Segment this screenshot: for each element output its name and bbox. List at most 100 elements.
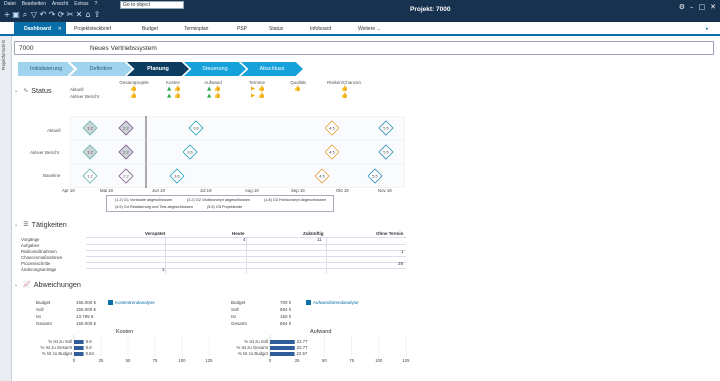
value-ohne-risiko[interactable]: 1: [401, 249, 404, 254]
aufwand-label: Soll: [231, 307, 239, 312]
trend-up-icon: ▲: [167, 86, 172, 92]
phase-planung[interactable]: Planung: [127, 62, 189, 76]
search-icon[interactable]: ⌕: [21, 10, 29, 19]
value-ohne-prozess[interactable]: 29: [398, 261, 403, 266]
project-title: Projekt: 7000: [410, 6, 451, 13]
status-header-qualitaet: Qualität: [290, 80, 306, 85]
side-panel[interactable]: Projektfortschritt: [0, 36, 12, 381]
row-aenderungsantraege[interactable]: Änderungsanträge: [21, 267, 56, 272]
tab-budget[interactable]: Budget: [142, 24, 158, 35]
save-icon[interactable]: ▣: [12, 10, 20, 19]
thumbs-side-icon: 👍: [258, 93, 265, 99]
export-icon[interactable]: ⇪: [93, 10, 101, 19]
window-close-icon[interactable]: ✕: [710, 3, 716, 11]
row-risikomassnahmen[interactable]: Risikomaßnahmen: [21, 249, 57, 254]
settings-icon[interactable]: ⚙: [679, 3, 685, 11]
menu-extras[interactable]: Extras: [74, 1, 88, 8]
row-aufgaben[interactable]: Aufgaben: [21, 243, 39, 248]
list-icon: ☰: [23, 221, 29, 228]
aufwandstrendanalyse-link[interactable]: Aufwandstrendanalyse: [306, 300, 359, 305]
chart-bar-value: 8.84: [86, 351, 95, 356]
tab-weitere[interactable]: Weitere ...: [358, 24, 381, 35]
status-header-kosten: Kosten: [165, 80, 180, 85]
side-panel-label: Projektfortschritt: [1, 40, 6, 71]
aufwandstrendanalyse-label: Aufwandstrendanalyse: [313, 300, 359, 305]
menu-bearbeiten[interactable]: Bearbeiten: [22, 1, 46, 8]
col-zukuenftig: Zukünftig: [303, 231, 324, 236]
chart-bar[interactable]: [270, 340, 295, 344]
tab-projektsteckbrief[interactable]: Projektsteckbrief: [74, 24, 111, 35]
phase-steuerung[interactable]: Steuerung: [184, 62, 246, 76]
tab-terminplan[interactable]: Terminplan: [184, 24, 208, 35]
value-verspaetet-aenderung[interactable]: 1: [162, 267, 165, 272]
status-row-aktuell: Aktuell: [70, 87, 84, 92]
chart-tick-label: 100: [178, 358, 186, 363]
value-heute-vorgaenge[interactable]: 4: [243, 237, 246, 242]
chart-bar[interactable]: [74, 340, 84, 344]
legend-item: (1.8) G3 Feinkonzept abgeschlossen: [264, 198, 327, 202]
chart-bar-label: % Ist zu Gesamt: [40, 345, 72, 350]
collapse-chevron-icon[interactable]: ⌄: [14, 88, 18, 94]
close-icon[interactable]: ✕: [75, 10, 83, 19]
goto-object-input[interactable]: Go to object: [120, 1, 184, 9]
filter-icon[interactable]: ▽: [30, 10, 38, 19]
tools-icon[interactable]: ✂: [66, 10, 74, 19]
tab-close-icon[interactable]: ✕: [58, 22, 62, 36]
tab-psp[interactable]: PSP: [237, 24, 247, 35]
project-number: 7000: [19, 45, 34, 52]
tab-scroll-right-icon[interactable]: ▸: [706, 24, 709, 35]
aufwand-label: Budget: [231, 300, 246, 305]
chart-bar[interactable]: [270, 346, 295, 350]
menu-help[interactable]: ?: [94, 1, 97, 8]
kostentrendanalyse-link[interactable]: Kostentrendanalyse: [108, 300, 155, 305]
phase-definition[interactable]: Definition: [70, 62, 132, 76]
row-chancenmassnahmen[interactable]: Chancenmaßnahmen: [21, 255, 62, 260]
status-section-header[interactable]: ⌄ ∿ Status: [14, 86, 52, 95]
add-icon[interactable]: +: [3, 10, 11, 19]
legend-item: (4.5) G4 Realisierung und Test abgeschlo…: [115, 205, 193, 209]
taetigkeiten-section-header[interactable]: ⌄ ☰ Tätigkeiten: [14, 220, 67, 229]
status-header-aufwand: Aufwand: [204, 80, 222, 85]
undo-icon[interactable]: ↶: [39, 10, 47, 19]
milestone-label: 5.5: [383, 126, 389, 131]
abweichungen-section-header[interactable]: ⌄ 📈 Abweichungen: [14, 280, 81, 289]
chart-bar[interactable]: [270, 352, 295, 356]
milestone-label: 3.6: [187, 150, 193, 155]
milestone-timeline: 1.2 2.2 3.6 4.5 5.5 1.2 2.2 3.6 4.5 5.5 1.2 2.2 3.6 4…: [70, 116, 405, 188]
chart-bar[interactable]: [74, 352, 84, 356]
chart-tick-label: 0: [269, 358, 272, 363]
tab-dashboard[interactable]: Dashboard ✕: [14, 22, 66, 36]
chart-tick-label: 125: [205, 358, 213, 363]
kosten-value: 156.000 €: [76, 300, 97, 305]
chart-tick-label: 25: [99, 358, 104, 363]
milestone-label: 5.5: [383, 150, 389, 155]
redo-icon[interactable]: ↷: [48, 10, 56, 19]
aufwand-value: 150 h: [280, 314, 292, 319]
taetigkeiten-grid: [86, 237, 406, 274]
row-prozessschritte[interactable]: Prozessschritte: [21, 261, 50, 266]
tab-infoboard[interactable]: Infoboard: [310, 24, 331, 35]
refresh-icon[interactable]: ⟳: [57, 10, 65, 19]
row-vorgaenge[interactable]: Vorgänge: [21, 237, 39, 242]
menu-datei[interactable]: Datei: [4, 1, 16, 8]
value-zukuenftig-vorgaenge[interactable]: 11: [317, 237, 322, 242]
chart-bar-label: % Ist zu Soll: [244, 339, 268, 344]
phase-initialisierung[interactable]: Initialisierung: [18, 62, 74, 76]
chart-bar[interactable]: [74, 346, 84, 350]
tab-status[interactable]: Status: [269, 24, 283, 35]
menu-ansicht[interactable]: Ansicht: [52, 1, 68, 8]
taetigkeiten-title: Tätigkeiten: [31, 220, 67, 229]
window-controls: ⚙ – □ ✕: [679, 3, 716, 11]
maximize-icon[interactable]: □: [699, 3, 706, 11]
milestone-legend: (1.2) G1 Vorstudie abgeschlossen (2.2) G…: [106, 195, 334, 212]
phase-abschluss[interactable]: Abschluss: [241, 62, 303, 76]
collapse-chevron-icon[interactable]: ⌄: [14, 222, 18, 228]
collapse-chevron-icon[interactable]: ⌄: [14, 282, 18, 288]
minimize-icon[interactable]: –: [690, 3, 694, 11]
home-icon[interactable]: ⌂: [84, 10, 92, 19]
trend-right-icon: ▶: [251, 86, 256, 92]
pulse-icon: ∿: [23, 87, 29, 94]
trend-right-icon: ▶: [251, 93, 256, 99]
trend-chart-icon: [108, 300, 113, 305]
aufwand-label: Gesamt: [231, 321, 247, 326]
